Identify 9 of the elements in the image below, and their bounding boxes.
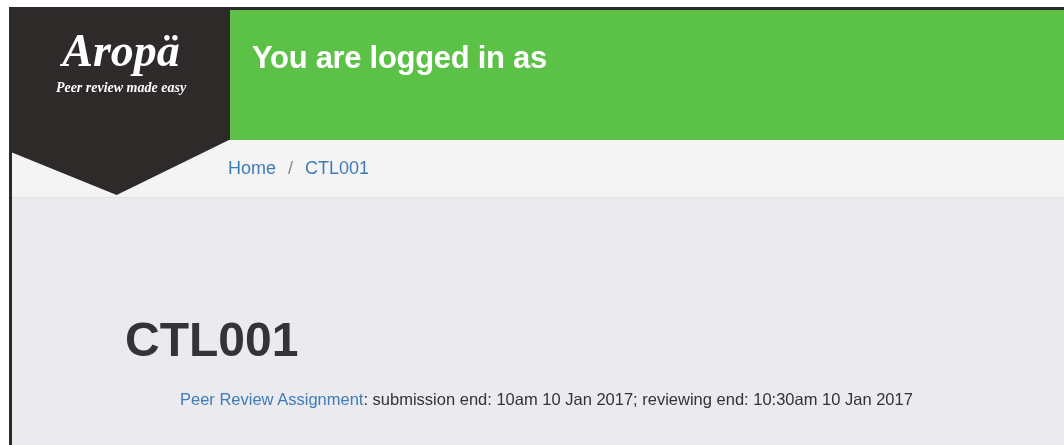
logo-title: Aropä — [62, 28, 180, 74]
assignment-info: Peer Review Assignment: submission end: 10am 10 Jan 2017; reviewing end: 10:30am 10 Jan 2017 — [180, 390, 914, 409]
breadcrumb-link[interactable]: Home — [228, 158, 276, 179]
breadcrumb-separator: / — [288, 158, 294, 179]
header-title: You are logged in as — [252, 40, 547, 76]
logo-tagline: Peer review made easy — [55, 80, 187, 96]
page-title: CTL001 — [125, 316, 300, 364]
assignment-link[interactable]: Peer Review Assignment — [180, 390, 364, 408]
breadcrumb-link[interactable]: CTL001 — [305, 158, 370, 179]
